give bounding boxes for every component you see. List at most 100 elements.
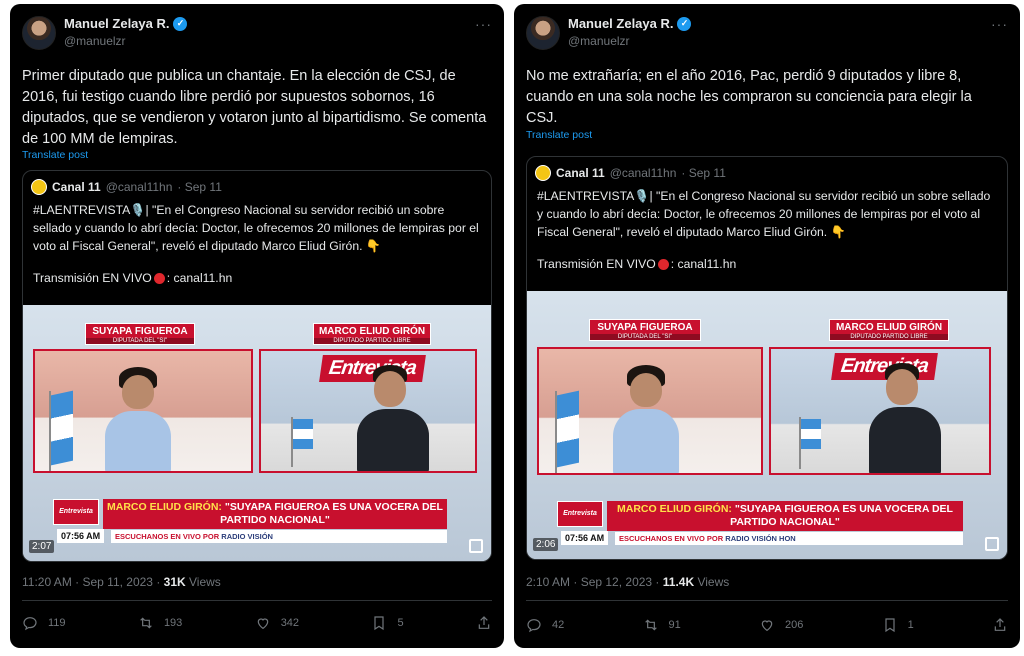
ticker-station: RADIO VISIÓN <box>221 532 273 541</box>
guest2-panel: Entrevista <box>769 347 991 475</box>
guest1-role: DIPUTADA DEL "SI" <box>590 334 700 340</box>
reply-button[interactable]: 42 <box>526 617 564 633</box>
headline-name: MARCO ELIUD GIRÓN: <box>617 503 732 515</box>
reply-button[interactable]: 119 <box>22 615 66 631</box>
ticker-prefix: ESCUCHANOS EN VIVO POR <box>115 532 220 541</box>
repost-button[interactable]: 193 <box>138 615 182 631</box>
ticker: ESCUCHANOS EN VIVO POR RADIO VISIÓN HON <box>615 532 963 545</box>
author-name-text[interactable]: Manuel Zelaya R. <box>568 16 673 31</box>
guest1-nametag: SUYAPA FIGUEROA DIPUTADA DEL "SI" <box>589 319 701 341</box>
entrevista-mini-logo: Entrevista <box>53 499 99 525</box>
avatar[interactable] <box>22 16 56 50</box>
reply-count: 119 <box>48 617 66 629</box>
quote-author-handle[interactable]: @canal11hn <box>610 166 677 180</box>
entrevista-mini-logo: Entrevista <box>557 501 603 527</box>
guest2-name: MARCO ELIUD GIRÓN <box>835 322 943 333</box>
reply-count: 42 <box>552 619 565 631</box>
guest1-panel <box>33 349 253 473</box>
reply-icon <box>23 617 37 631</box>
live-prefix: Transmisión EN VIVO <box>537 257 656 271</box>
bookmark-button[interactable]: 1 <box>882 617 914 633</box>
canal11-logo-icon <box>31 179 47 195</box>
quote-text: #LAENTREVISTA🎙️| "En el Congreso Naciona… <box>33 203 479 253</box>
guest1-name: SUYAPA FIGUEROA <box>597 322 693 333</box>
author-name-text[interactable]: Manuel Zelaya R. <box>64 16 169 31</box>
divider <box>22 600 492 601</box>
video-player[interactable]: SUYAPA FIGUEROA DIPUTADA DEL "SI" MARCO … <box>23 305 491 561</box>
views-count: 31K <box>163 575 186 589</box>
author-handle[interactable]: @manuelzr <box>64 34 126 48</box>
like-button[interactable]: 206 <box>759 617 803 633</box>
quote-author-name[interactable]: Canal 11 <box>52 180 101 194</box>
tweet-meta: 2:10 AM · Sep 12, 2023 · 11.4K Views <box>526 575 729 589</box>
repost-icon <box>140 617 152 629</box>
share-button[interactable] <box>476 615 492 631</box>
like-count: 206 <box>785 619 804 631</box>
quote-date: · Sep 11 <box>681 166 726 180</box>
author-handle[interactable]: @manuelzr <box>568 34 630 48</box>
tweet-timestamp[interactable]: 2:10 AM · Sep 12, 2023 · <box>526 575 659 589</box>
broadcast-clock: 07:56 AM <box>561 531 609 545</box>
live-suffix: : canal11.hn <box>670 257 737 271</box>
verified-badge-icon: ✓ <box>677 16 692 31</box>
share-icon <box>478 616 490 629</box>
guest2-role: DIPUTADO PARTIDO LIBRE <box>830 334 948 340</box>
like-button[interactable]: 342 <box>255 615 299 631</box>
headline-rest: "SUYAPA FIGUEROA ES UNA VOCERA DEL PARTI… <box>730 503 953 528</box>
fullscreen-icon[interactable] <box>469 539 483 553</box>
video-player[interactable]: SUYAPA FIGUEROA DIPUTADA DEL "SI" MARCO … <box>527 291 1007 559</box>
like-count: 342 <box>280 617 300 629</box>
verified-badge-icon: ✓ <box>173 16 188 31</box>
heart-icon <box>257 618 268 630</box>
quoted-tweet[interactable]: Canal 11 @canal11hn · Sep 11 #LAENTREVIS… <box>526 156 1008 560</box>
author-name[interactable]: Manuel Zelaya R. ✓ <box>568 16 692 31</box>
fullscreen-icon[interactable] <box>985 537 999 551</box>
guest2-panel: Entrevista <box>259 349 477 473</box>
repost-count: 193 <box>163 617 183 629</box>
headline-rest: "SUYAPA FIGUEROA ES UNA VOCERA DEL PARTI… <box>220 501 443 526</box>
headline-name: MARCO ELIUD GIRÓN: <box>107 501 222 513</box>
translate-link[interactable]: Translate post <box>22 149 88 161</box>
bookmark-button[interactable]: 5 <box>371 615 404 631</box>
reply-icon <box>527 619 541 633</box>
quote-author-handle[interactable]: @canal11hn <box>106 180 173 194</box>
bookmark-count: 5 <box>397 617 404 629</box>
tweet-card: Manuel Zelaya R. ✓ @manuelzr ··· No me e… <box>514 4 1020 648</box>
guest2-role: DIPUTADO PARTIDO LIBRE <box>314 338 430 344</box>
tweet-timestamp[interactable]: 11:20 AM · Sep 11, 2023 · <box>22 575 160 589</box>
ticker: ESCUCHANOS EN VIVO POR RADIO VISIÓN <box>111 530 447 543</box>
guest2-nametag: MARCO ELIUD GIRÓN DIPUTADO PARTIDO LIBRE <box>829 319 949 341</box>
broadcast-clock: 07:56 AM <box>57 529 105 543</box>
quote-author-name[interactable]: Canal 11 <box>556 166 605 180</box>
author-name[interactable]: Manuel Zelaya R. ✓ <box>64 16 188 31</box>
video-duration: 2:06 <box>533 538 559 551</box>
action-bar: 119 193 342 5 <box>22 611 492 635</box>
tweet-text: Primer diputado que publica un chantaje.… <box>22 68 487 147</box>
ticker-station: RADIO VISIÓN HON <box>725 534 796 543</box>
repost-icon <box>644 619 657 631</box>
tweet-card: Manuel Zelaya R. ✓ @manuelzr ··· Primer … <box>10 4 504 648</box>
share-button[interactable] <box>992 617 1008 633</box>
lower-third: Entrevista MARCO ELIUD GIRÓN: "SUYAPA FI… <box>23 499 491 545</box>
quoted-tweet[interactable]: Canal 11 @canal11hn · Sep 11 #LAENTREVIS… <box>22 170 492 562</box>
quote-date: · Sep 11 <box>177 180 222 194</box>
quote-header: Canal 11 @canal11hn · Sep 11 <box>31 179 222 195</box>
bookmark-icon <box>374 616 385 631</box>
tweet-meta: 11:20 AM · Sep 11, 2023 · 31K Views <box>22 575 221 589</box>
guest1-name: SUYAPA FIGUEROA <box>92 326 188 337</box>
avatar[interactable] <box>526 16 560 50</box>
guest1-panel <box>537 347 763 475</box>
repost-button[interactable]: 91 <box>643 617 681 633</box>
guest1-role: DIPUTADA DEL "SI" <box>86 338 194 344</box>
quote-live-line: Transmisión EN VIVO : canal11.hn <box>537 257 736 271</box>
bookmark-count: 1 <box>907 619 914 631</box>
more-options-icon[interactable]: ··· <box>475 16 492 32</box>
more-options-icon[interactable]: ··· <box>991 16 1008 32</box>
quote-text: #LAENTREVISTA🎙️| "En el Congreso Naciona… <box>537 189 991 239</box>
translate-link[interactable]: Translate post <box>526 129 592 141</box>
guest1-nametag: SUYAPA FIGUEROA DIPUTADA DEL "SI" <box>85 323 195 345</box>
tweet-text: No me extrañaría; en el año 2016, Pac, p… <box>526 68 972 126</box>
bookmark-icon <box>885 618 895 633</box>
quote-header: Canal 11 @canal11hn · Sep 11 <box>535 165 726 181</box>
red-circle-icon <box>657 258 669 270</box>
